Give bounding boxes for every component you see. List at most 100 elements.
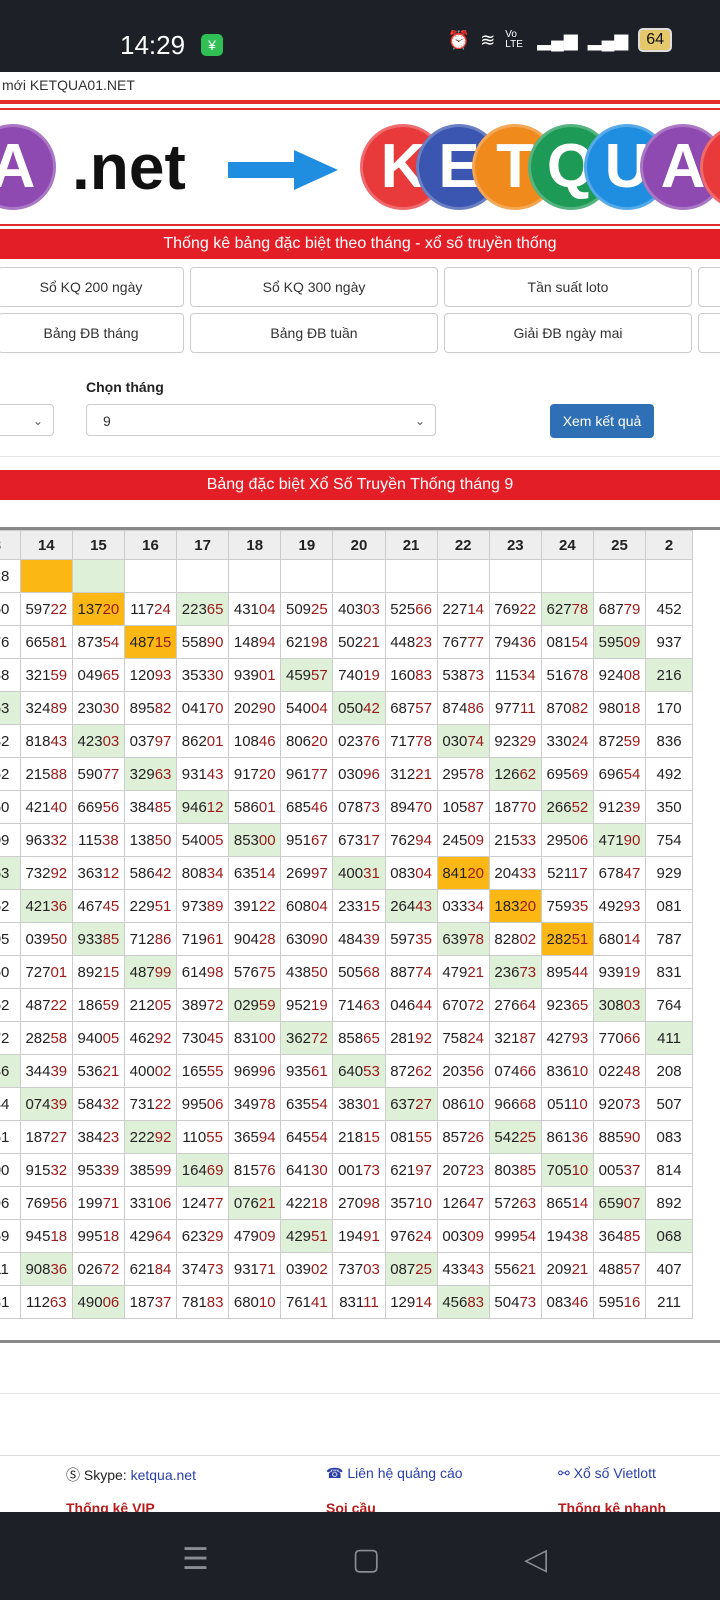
- nav-button-bang-db-tuan[interactable]: Bảng ĐB tuần: [190, 313, 438, 353]
- result-tail-digits: 14: [467, 600, 485, 618]
- result-prefix: 680: [233, 1293, 259, 1311]
- result-cell: 000: [0, 1153, 21, 1187]
- table-row: 5483215904965120933533093901459577401916…: [0, 658, 693, 692]
- result-tail-digits: 35: [571, 897, 589, 915]
- result-cell: 95167: [280, 823, 334, 857]
- result-cell: 40303: [332, 592, 386, 626]
- result-tail-digits: 58: [50, 1029, 68, 1047]
- result-prefix: 321: [494, 1029, 520, 1047]
- result-cell: 87486: [436, 691, 490, 725]
- result-tail-digits: 26: [467, 1128, 485, 1146]
- result-prefix: 659: [598, 1194, 624, 1212]
- result-prefix: 641: [285, 1161, 312, 1179]
- nav-button-tan-suat-loto[interactable]: Tần suất loto: [444, 267, 692, 307]
- result-cell: 76956: [19, 1186, 73, 1220]
- vietlott-link[interactable]: ⚯ Xổ số Vietlott: [558, 1465, 656, 1482]
- nav-button-kq300[interactable]: Sổ KQ 300 ngày: [190, 267, 438, 307]
- result-cell: 63090: [280, 922, 334, 956]
- result-cell: 67847: [592, 856, 647, 890]
- result-tail-digits: 42: [363, 699, 380, 717]
- result-cell: 216: [645, 658, 693, 692]
- result-cell: 21533: [488, 823, 542, 857]
- result-cell: 360: [0, 955, 21, 989]
- result-cell: 76141: [280, 1285, 334, 1319]
- back-icon[interactable]: ◁: [524, 1542, 547, 1577]
- result-tail-digits: 82: [154, 699, 172, 717]
- nav-button-more-2[interactable]: [698, 313, 720, 353]
- result-tail-digits: 84: [154, 1260, 172, 1278]
- result-prefix: 917: [233, 765, 259, 783]
- result-cell: 03074: [436, 724, 490, 758]
- result-tail-digits: 91: [363, 1227, 380, 1245]
- year-select[interactable]: ⌄: [0, 404, 54, 436]
- marquee-text: mới KETQUA01.NET: [0, 72, 720, 101]
- result-tail-digits: 32: [102, 1095, 120, 1113]
- result-tail-digits: 99: [154, 963, 172, 981]
- result-tail-digits: 14: [623, 930, 641, 948]
- result-cell: 59722: [19, 592, 73, 626]
- result-partial: 068: [656, 1227, 682, 1245]
- result-tail-digits: 03: [102, 732, 120, 750]
- skype-link[interactable]: Ⓢ Skype: ketqua.net: [66, 1465, 196, 1485]
- result-prefix: 953: [77, 1161, 103, 1179]
- result-tail-digits: 90: [623, 1128, 641, 1146]
- result-prefix: 665: [25, 633, 51, 651]
- nav-button-more[interactable]: [698, 267, 720, 307]
- result-tail-digits: 76: [363, 732, 380, 750]
- contact-ad-link[interactable]: ☎ Liên hệ quảng cáo: [326, 1465, 463, 1482]
- view-results-button[interactable]: Xem kết quả: [550, 404, 654, 438]
- result-prefix: 383: [338, 1095, 364, 1113]
- result-prefix: 556: [494, 1260, 520, 1278]
- result-tail-digits: 15: [154, 633, 172, 651]
- result-tail-digits: 77: [311, 765, 328, 783]
- result-tail-digits: 83: [206, 1293, 224, 1311]
- result-prefix: 112: [26, 1293, 50, 1311]
- result-tail-digits: 85: [102, 930, 120, 948]
- result-prefix: 030: [338, 765, 364, 783]
- result-prefix: 207: [442, 1161, 468, 1179]
- month-select[interactable]: 9 ⌄: [86, 404, 436, 436]
- result-cell: 83610: [540, 1054, 594, 1088]
- table-row: 2511872738423222921105536594645542181508…: [0, 1120, 693, 1154]
- result-cell: 22365: [176, 592, 230, 626]
- result-prefix: 595: [598, 633, 624, 651]
- result-tail-digits: 06: [102, 1293, 120, 1311]
- result-prefix: 186: [77, 996, 103, 1014]
- result-prefix: 467: [77, 897, 103, 915]
- result-prefix: 421: [25, 798, 51, 816]
- banner-ball: A: [0, 124, 56, 210]
- result-cell: 11534: [488, 658, 542, 692]
- result-partial: 216: [656, 666, 682, 684]
- alarm-icon: ⏰: [447, 29, 471, 50]
- result-prefix: 977: [494, 699, 521, 717]
- result-prefix: 640: [338, 1062, 364, 1080]
- result-cell: 450: [0, 592, 21, 626]
- result-cell: 11724: [123, 592, 178, 626]
- result-cell: 52117: [540, 856, 594, 890]
- result-prefix: 680: [598, 930, 624, 948]
- month-label: Chọn tháng: [86, 379, 164, 395]
- result-cell: 02248: [592, 1054, 647, 1088]
- site-banner[interactable]: A .net K E T Q U A: [0, 100, 720, 234]
- result-prefix: 586: [233, 798, 259, 816]
- nav-button-bang-db-thang[interactable]: Bảng ĐB tháng: [0, 313, 184, 353]
- result-tail-digits: 52: [571, 798, 589, 816]
- result-cell: 29506: [540, 823, 594, 857]
- results-table-wrapper[interactable]: 31415161718192021222324252 5284505972213…: [0, 527, 720, 1343]
- result-prefix: 459: [285, 666, 312, 684]
- result-prefix: 806: [285, 732, 312, 750]
- home-icon[interactable]: ▢: [352, 1542, 380, 1577]
- result-tail-digits: 43: [415, 897, 432, 915]
- app-notification-icon: ¥: [201, 34, 223, 56]
- result-cell: 28258: [19, 1021, 73, 1055]
- result-cell: [71, 559, 125, 593]
- result-cell: 12662: [488, 757, 542, 791]
- menu-icon[interactable]: ☰: [182, 1542, 209, 1577]
- nav-button-giai-db-ngay-mai[interactable]: Giải ĐB ngày mai: [444, 313, 692, 353]
- result-tail-digits: 90: [206, 633, 224, 651]
- nav-button-kq200[interactable]: Sổ KQ 200 ngày: [0, 267, 184, 307]
- result-prefix: 209: [546, 1260, 572, 1278]
- result-tail-digits: 04: [415, 864, 432, 882]
- result-cell: 05042: [332, 691, 386, 725]
- result-tail-digits: 68: [363, 963, 380, 981]
